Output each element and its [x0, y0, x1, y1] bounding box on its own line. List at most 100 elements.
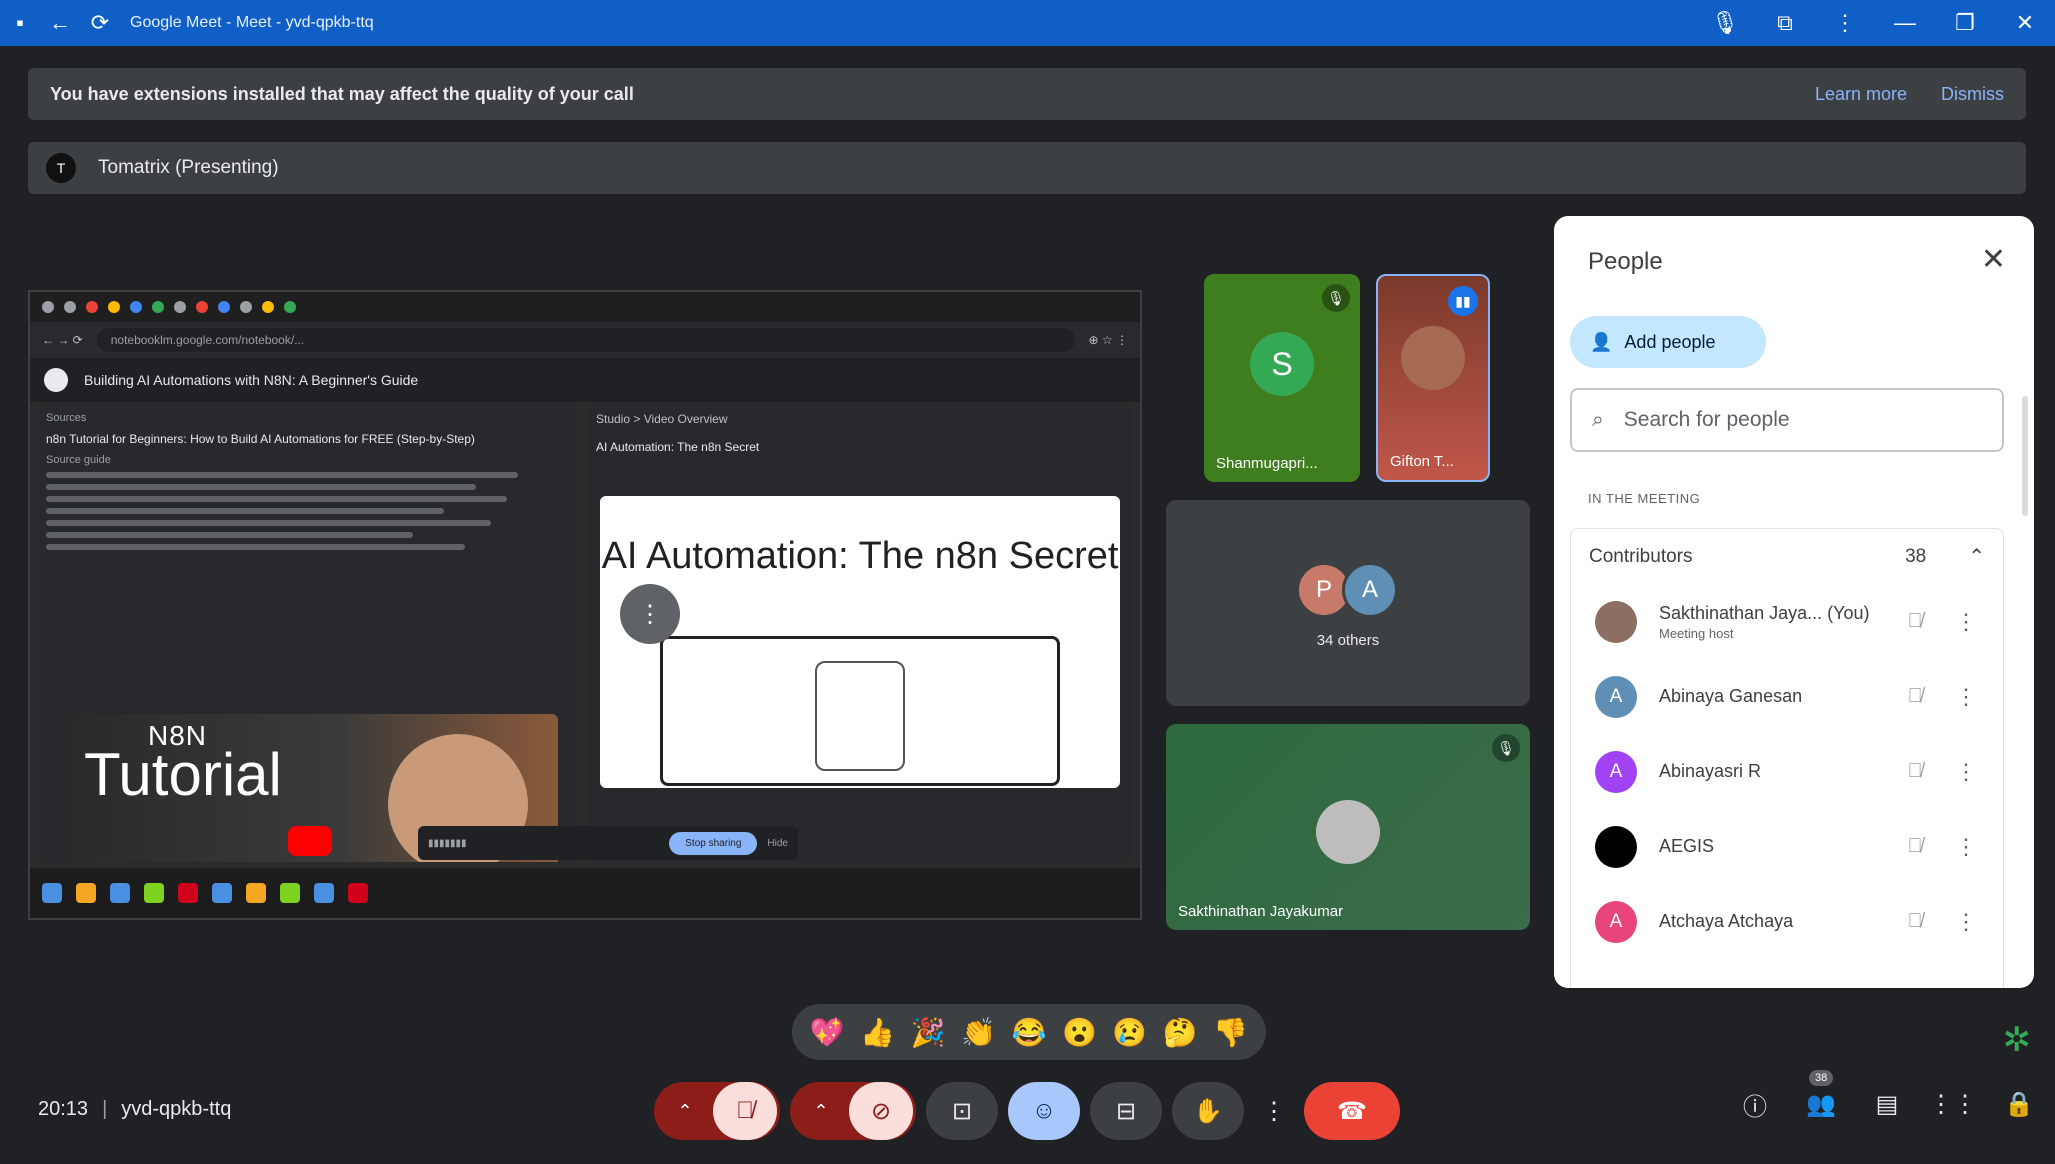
meeting-details-button[interactable]: ⓘ: [1737, 1086, 1773, 1122]
tab-icon: [262, 301, 274, 313]
tab-icon: [218, 301, 230, 313]
presenter-label: Tomatrix (Presenting): [98, 157, 279, 178]
video-options-chevron-icon[interactable]: ⌃: [793, 1082, 849, 1140]
taskbar-app-icon: [314, 883, 334, 903]
reaction-party[interactable]: 🎉: [911, 1016, 946, 1049]
more-options-icon[interactable]: ⋮: [1955, 834, 1977, 860]
participant-tile-shanmugapriya[interactable]: 🎙 S Shanmugapri...: [1204, 274, 1360, 482]
camera-off-icon: ⊘: [870, 1097, 892, 1125]
participant-avatar: S: [1250, 332, 1314, 396]
source-guide-label: Source guide: [46, 454, 111, 466]
presenter-avatar: T: [46, 153, 76, 183]
host-controls-button[interactable]: 🔒: [2001, 1086, 2037, 1122]
reaction-laugh[interactable]: 😂: [1012, 1016, 1047, 1049]
reactions-button[interactable]: ☺: [1008, 1082, 1080, 1140]
taskbar-app-icon: [76, 883, 96, 903]
hide-sharing-button[interactable]: Hide: [767, 838, 788, 849]
video-overview-card: AI Automation: The n8n Secret: [600, 496, 1120, 788]
more-options-icon[interactable]: ⋮: [1955, 609, 1977, 635]
text-line: [46, 484, 476, 490]
mic-indicator-icon[interactable]: 🎙: [1695, 0, 1755, 46]
gemini-icon[interactable]: ✲: [2003, 1020, 2032, 1060]
tab-icon: [86, 301, 98, 313]
more-options-icon[interactable]: ⋮: [1955, 909, 1977, 935]
reaction-thinking[interactable]: 🤔: [1163, 1016, 1198, 1049]
nav-arrows-icon: ← → ⟳: [42, 333, 83, 347]
participant-tile-sakthinathan[interactable]: 🎙 Sakthinathan Jayakumar: [1166, 724, 1530, 930]
add-people-button[interactable]: 👤 Add people: [1570, 316, 1766, 368]
dismiss-button[interactable]: Dismiss: [1941, 84, 2004, 105]
participant-row[interactable]: A Abinaya Ganesan 🎙̸ ⋮: [1571, 659, 2003, 734]
search-people-input[interactable]: ⌕ Search for people: [1570, 388, 2004, 452]
people-scrollbar[interactable]: [2022, 396, 2028, 516]
chat-icon: ▤: [1875, 1090, 1899, 1118]
tab-icon: [284, 301, 296, 313]
people-button[interactable]: 38 👥: [1803, 1070, 1839, 1122]
presentation-more-icon[interactable]: ⋮: [620, 584, 680, 644]
maximize-icon[interactable]: ❐: [1935, 0, 1995, 46]
emoji-icon: ☺: [1031, 1097, 1057, 1124]
close-window-icon[interactable]: ✕: [1995, 0, 2055, 46]
participant-row[interactable]: A Atchaya Atchaya 🎙̸ ⋮: [1571, 884, 2003, 959]
captions-icon: ⊟: [1115, 1097, 1137, 1125]
participant-name: Gifton T...: [1390, 453, 1454, 470]
presenter-bar[interactable]: T Tomatrix (Presenting): [28, 142, 2026, 194]
reload-icon[interactable]: ⟳: [80, 0, 120, 46]
extensions-warning-banner: You have extensions installed that may a…: [28, 68, 2026, 120]
participant-name: Atchaya Atchaya: [1659, 911, 1794, 931]
more-options-icon[interactable]: ⋮: [1955, 684, 1977, 710]
chat-button[interactable]: ▤: [1869, 1086, 1905, 1122]
tab-icon: [108, 301, 120, 313]
close-icon[interactable]: ✕: [1981, 242, 2006, 277]
mic-off-icon: 🎙̸: [736, 1097, 754, 1124]
meeting-code: yvd-qpkb-ttq: [121, 1098, 232, 1120]
contributors-section-header[interactable]: Contributors 38 ⌃: [1570, 528, 2004, 584]
tab-icon: [196, 301, 208, 313]
participant-row[interactable]: Sakthinathan Jaya... (You) Meeting host …: [1571, 584, 2003, 659]
mic-toggle-button[interactable]: 🎙̸: [713, 1082, 777, 1140]
activities-button[interactable]: ⋮⋮: [1929, 1086, 1977, 1122]
more-options-icon[interactable]: ⋮: [1955, 759, 1977, 785]
leave-call-button[interactable]: ☎: [1304, 1082, 1400, 1140]
contributors-label: Contributors: [1589, 545, 1693, 567]
taskbar-app-icon: [246, 883, 266, 903]
participant-row[interactable]: A Abinayasri R 🎙̸ ⋮: [1571, 734, 2003, 809]
sharing-notice-text: ▮▮▮▮▮▮▮: [428, 837, 467, 849]
reactions-bar: 💖 👍 🎉 👏 😂 😮 😢 🤔 👎: [792, 1004, 1266, 1060]
source-title: n8n Tutorial for Beginners: How to Build…: [46, 432, 475, 446]
audio-options-chevron-icon[interactable]: ⌃: [657, 1082, 713, 1140]
participant-tile-others[interactable]: P A 34 others: [1166, 500, 1530, 706]
menu-kebab-icon[interactable]: ⋮: [1815, 0, 1875, 46]
participant-avatar: [1595, 600, 1637, 643]
minimize-icon[interactable]: —: [1875, 0, 1935, 46]
speaking-indicator-icon: ▮▮: [1448, 286, 1478, 316]
reaction-clap[interactable]: 👏: [961, 1016, 996, 1049]
reaction-surprised[interactable]: 😮: [1062, 1016, 1097, 1049]
thumbnail-tutorial-text: Tutorial: [84, 741, 282, 808]
search-icon: ⌕: [1592, 408, 1604, 431]
raise-hand-button[interactable]: ✋: [1172, 1082, 1244, 1140]
others-avatar-a: A: [1342, 562, 1398, 618]
participant-tile-gifton[interactable]: ▮▮ Gifton T...: [1376, 274, 1490, 482]
participant-row[interactable]: AEGIS 🎙̸ ⋮: [1571, 809, 2003, 884]
window-title: Google Meet - Meet - yvd-qpkb-ttq: [130, 14, 374, 31]
extensions-icon[interactable]: ⧉: [1755, 0, 1815, 46]
camera-toggle-button[interactable]: ⊘: [849, 1082, 913, 1140]
add-people-label: Add people: [1624, 331, 1716, 352]
shared-screen: ← → ⟳ notebooklm.google.com/notebook/...…: [28, 290, 1142, 920]
reaction-thumbs-down[interactable]: 👎: [1213, 1016, 1248, 1049]
back-arrow-icon[interactable]: ←: [40, 0, 80, 46]
info-icon: ⓘ: [1743, 1093, 1767, 1121]
reaction-sad[interactable]: 😢: [1112, 1016, 1147, 1049]
stop-sharing-button[interactable]: Stop sharing: [669, 831, 758, 855]
video-overview-title: AI Automation: The n8n Secret: [596, 440, 760, 454]
notebooklm-logo-icon: [44, 368, 68, 392]
reaction-thumbs-up[interactable]: 👍: [860, 1016, 895, 1049]
learn-more-link[interactable]: Learn more: [1815, 84, 1907, 105]
more-options-button[interactable]: ⋮: [1254, 1082, 1294, 1140]
people-panel: People ✕ 👤 Add people ⌕ Search for peopl…: [1554, 216, 2034, 988]
captions-button[interactable]: ⊟: [1090, 1082, 1162, 1140]
present-screen-button[interactable]: ⊡: [926, 1082, 998, 1140]
reaction-heart[interactable]: 💖: [810, 1016, 845, 1049]
mic-off-icon: 🎙̸: [1907, 760, 1923, 782]
